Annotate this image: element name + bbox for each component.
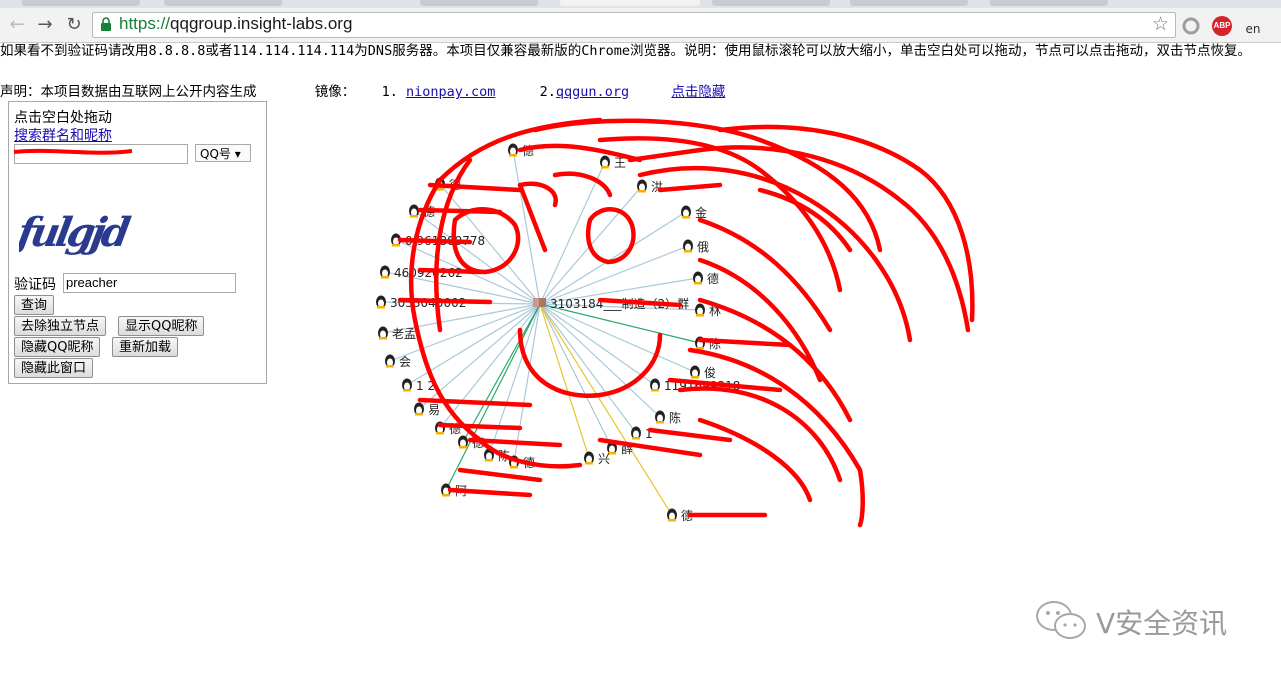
- member-node-label: 俄: [697, 240, 709, 254]
- penguin-feet: [668, 519, 676, 522]
- penguin-feet: [377, 306, 385, 309]
- member-node[interactable]: 俊: [690, 365, 716, 380]
- member-node[interactable]: 陈: [655, 410, 681, 425]
- member-node[interactable]: 金: [681, 205, 707, 220]
- redaction-scribble: [13, 148, 133, 155]
- member-node-label: 陈: [669, 410, 681, 425]
- member-node[interactable]: 老孟: [378, 326, 416, 342]
- member-node[interactable]: 易: [414, 402, 440, 418]
- penguin-feet: [509, 154, 517, 157]
- member-node-label: 俊: [704, 365, 716, 380]
- search-panel[interactable]: 点击空白处拖动 搜索群名和昵称 QQ号 ▾ fulgjd 验证码 preache…: [8, 101, 267, 384]
- graph-edge: [539, 303, 696, 373]
- penguin-feet: [684, 250, 692, 253]
- graph-edge: [413, 210, 541, 305]
- watermark-text: V安全资讯: [1096, 607, 1228, 640]
- penguin-feet: [632, 437, 640, 440]
- drag-hint: 点击空白处拖动: [14, 110, 112, 126]
- hide-nick-button[interactable]: 隐藏QQ昵称: [14, 337, 101, 357]
- show-nick-button[interactable]: 显示QQ昵称: [118, 316, 205, 336]
- captcha-label: 验证码: [14, 277, 56, 293]
- group-icon: [533, 298, 540, 307]
- captcha-image: fulgjd: [19, 208, 134, 256]
- penguin-feet: [415, 413, 423, 416]
- wechat-logo-icon: [1036, 601, 1086, 639]
- member-node-label: 会: [399, 355, 411, 369]
- member-node-label: 德: [707, 271, 719, 286]
- penguin-feet: [656, 421, 664, 424]
- graph-edge: [539, 303, 656, 386]
- penguin-feet: [410, 215, 418, 218]
- member-node-label: 陈: [709, 336, 721, 351]
- penguin-feet: [403, 389, 411, 392]
- captcha-text: fulgjd: [19, 208, 134, 256]
- penguin-feet: [379, 337, 387, 340]
- hide-window-button[interactable]: 隐藏此窗口: [14, 358, 94, 378]
- search-type-value: QQ号: [200, 147, 231, 161]
- penguin-feet: [651, 389, 659, 392]
- penguin-feet: [510, 466, 518, 469]
- reload-graph-button[interactable]: 重新加载: [112, 337, 179, 357]
- member-node[interactable]: 俄: [683, 239, 709, 255]
- member-node-label: 金: [695, 205, 707, 220]
- penguin-feet: [386, 365, 394, 368]
- penguin-feet: [442, 494, 450, 497]
- search-name-link[interactable]: 搜索群名和昵称: [14, 125, 112, 145]
- penguin-feet: [392, 244, 400, 247]
- member-node-label: 易: [428, 403, 440, 417]
- penguin-feet: [694, 282, 702, 285]
- penguin-feet: [696, 314, 704, 317]
- group-icon-2: [539, 298, 546, 307]
- member-node[interactable]: 兴: [584, 451, 610, 467]
- penguin-feet: [682, 216, 690, 219]
- search-type-select[interactable]: QQ号 ▾: [195, 144, 251, 162]
- penguin-feet: [459, 446, 467, 449]
- captcha-input[interactable]: preacher: [63, 273, 236, 293]
- watermark: V安全资讯: [1034, 598, 1254, 644]
- member-node[interactable]: 德: [693, 271, 719, 286]
- penguin-feet: [585, 462, 593, 465]
- graph-edge: [539, 303, 613, 449]
- remove-isolated-button[interactable]: 去除独立节点: [14, 316, 107, 336]
- penguin-feet: [485, 459, 493, 462]
- member-node[interactable]: 1 2: [402, 378, 435, 394]
- penguin-feet: [381, 276, 389, 279]
- penguin-feet: [601, 166, 609, 169]
- penguin-feet: [436, 432, 444, 435]
- member-node-label: 兴: [598, 452, 610, 466]
- member-node-label: 老孟: [392, 327, 416, 341]
- member-node[interactable]: 会: [385, 354, 411, 370]
- graph-edge: [539, 211, 687, 305]
- penguin-feet: [638, 190, 646, 193]
- query-button[interactable]: 查询: [14, 295, 55, 315]
